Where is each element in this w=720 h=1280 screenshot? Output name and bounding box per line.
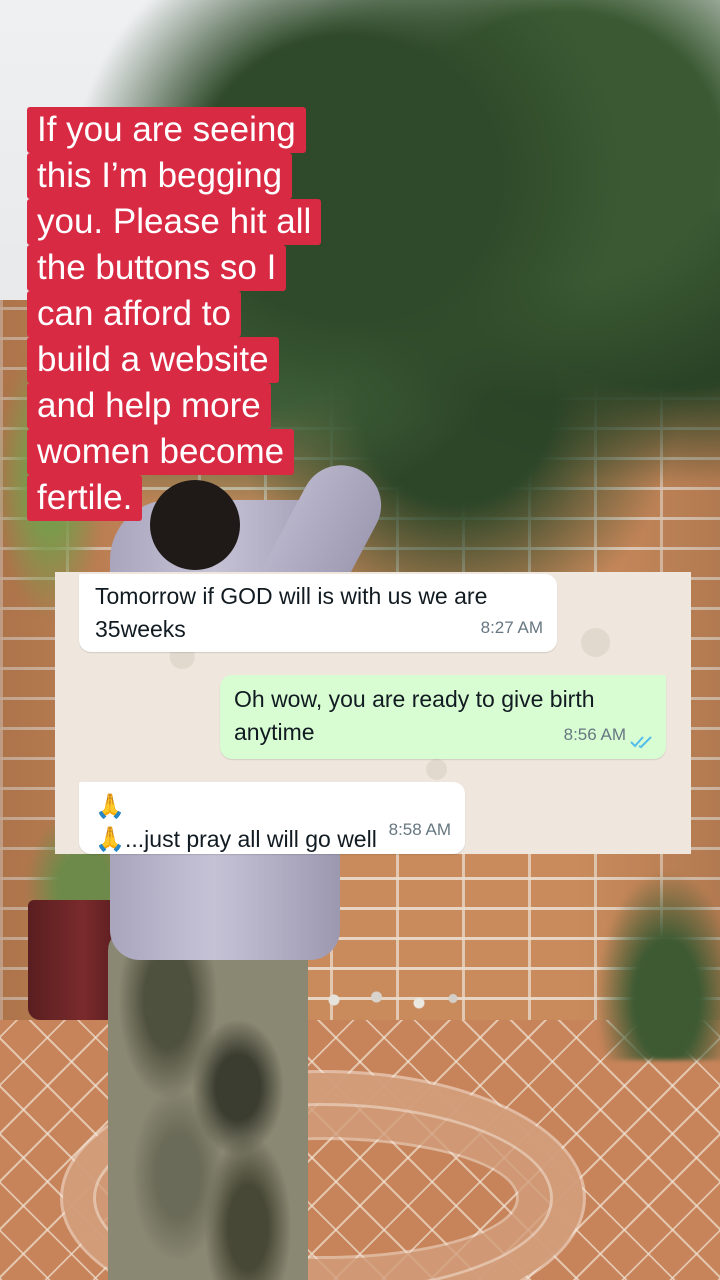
caption-line: this I’m begging (27, 153, 293, 199)
caption-line: and help more (27, 383, 271, 429)
right-plant (590, 860, 720, 1060)
double-check-icon (630, 736, 652, 749)
caption-line: fertile. (27, 475, 143, 521)
caption-line: build a website (27, 337, 279, 383)
message-timestamp: 8:58 AM (388, 820, 451, 839)
caption-line: you. Please hit all (27, 199, 322, 245)
message-text: Tomorrow if GOD will is with us we are (95, 583, 488, 609)
incoming-message-bubble: 🙏🙏...just pray all will go well 8:58 AM (79, 782, 465, 854)
caption-line: can afford to (27, 291, 241, 337)
message-text: 35weeks (95, 616, 186, 642)
message-text-body: ...just pray all will go well (125, 826, 377, 852)
incoming-message-bubble: Tomorrow if GOD will is with us we are 3… (79, 574, 557, 652)
caption-line: women become (27, 429, 295, 475)
video-frame: If you are seeing this I’m begging you. … (0, 0, 720, 1280)
praying-hands-emoji: 🙏🙏 (95, 792, 125, 853)
caption-line: If you are seeing (27, 107, 306, 153)
caption-line: the buttons so I (27, 245, 287, 291)
pebbles (300, 985, 470, 1015)
caption-overlay: If you are seeing this I’m begging you. … (27, 107, 357, 521)
chat-screenshot: Tomorrow if GOD will is with us we are 3… (55, 572, 691, 854)
message-timestamp: 8:27 AM (480, 618, 543, 637)
message-timestamp: 8:56 AM (563, 725, 626, 744)
outgoing-message-bubble: Oh wow, you are ready to give birth anyt… (220, 675, 666, 759)
person-camo-pants (108, 930, 308, 1280)
message-text: Oh wow, you are ready to give birth (234, 686, 595, 712)
